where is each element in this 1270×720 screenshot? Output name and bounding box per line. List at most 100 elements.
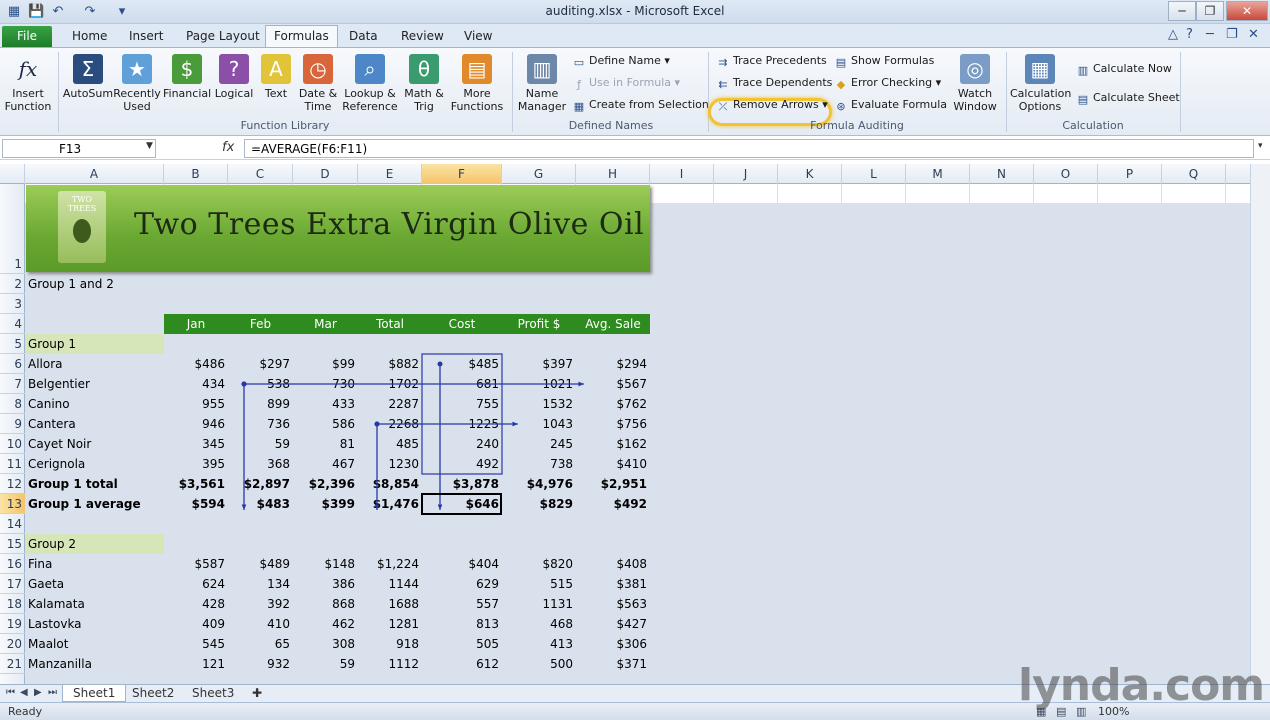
row-header-9[interactable]: 9 bbox=[0, 414, 25, 434]
evaluate-formula-button[interactable]: ⊛ Evaluate Formula bbox=[834, 98, 947, 113]
row-header-4[interactable]: 4 bbox=[0, 314, 25, 334]
formula-input[interactable]: =AVERAGE(F6:F11) bbox=[244, 139, 1254, 158]
evaluate-formula-label: Evaluate Formula bbox=[851, 98, 948, 111]
column-header-p[interactable]: P bbox=[1098, 164, 1162, 184]
tab-home[interactable]: Home bbox=[72, 29, 107, 43]
row-header-16[interactable]: 16 bbox=[0, 554, 25, 574]
name-manager-button[interactable]: ▥ Name Manager bbox=[516, 54, 568, 113]
first-sheet-icon[interactable]: ⏮ bbox=[6, 687, 15, 698]
column-header-l[interactable]: L bbox=[842, 164, 906, 184]
close-button[interactable]: ✕ bbox=[1226, 1, 1268, 21]
library-button-6[interactable]: ⌕ Lookup & Reference bbox=[342, 54, 398, 113]
column-header-k[interactable]: K bbox=[778, 164, 842, 184]
column-header-n[interactable]: N bbox=[970, 164, 1034, 184]
trace-precedents-button[interactable]: ⇉ Trace Precedents bbox=[716, 54, 826, 69]
tab-page-layout[interactable]: Page Layout bbox=[186, 29, 260, 43]
workbook-close-icon[interactable]: ✕ bbox=[1248, 27, 1259, 42]
remove-arrows-button[interactable]: ⤫ Remove Arrows ▾ bbox=[716, 98, 828, 113]
sheet-tab-sheet3[interactable]: Sheet3 bbox=[182, 685, 244, 701]
show-formulas-button[interactable]: ▤ Show Formulas bbox=[834, 54, 935, 69]
worksheet-grid[interactable]: TWO TREES Two Trees Extra Virgin Olive O… bbox=[25, 184, 1250, 684]
calculate-now-button[interactable]: ▥ Calculate Now bbox=[1076, 62, 1172, 77]
column-header-i[interactable]: I bbox=[650, 164, 714, 184]
row-header-20[interactable]: 20 bbox=[0, 634, 25, 654]
row-header-2[interactable]: 2 bbox=[0, 274, 25, 294]
calculate-sheet-button[interactable]: ▤ Calculate Sheet bbox=[1076, 91, 1180, 106]
trace-dependents-button[interactable]: ⇇ Trace Dependents bbox=[716, 76, 832, 91]
column-header-a[interactable]: A bbox=[25, 164, 164, 184]
restore-button[interactable]: ❐ bbox=[1196, 1, 1224, 21]
row-header-8[interactable]: 8 bbox=[0, 394, 25, 414]
row-header-5[interactable]: 5 bbox=[0, 334, 25, 354]
library-button-0[interactable]: Σ AutoSum bbox=[62, 54, 114, 100]
last-sheet-icon[interactable]: ⏭ bbox=[48, 687, 57, 698]
row-header-15[interactable]: 15 bbox=[0, 534, 25, 554]
column-header-o[interactable]: O bbox=[1034, 164, 1098, 184]
library-button-8[interactable]: ▤ More Functions bbox=[450, 54, 504, 113]
row-header-13[interactable]: 13 bbox=[0, 494, 25, 514]
minimize-ribbon-icon[interactable]: △ bbox=[1168, 27, 1178, 42]
watch-window-button[interactable]: ◎ Watch Window bbox=[950, 54, 1000, 113]
tab-view[interactable]: View bbox=[464, 29, 492, 43]
name-box-dropdown-icon[interactable]: ▼ bbox=[146, 141, 153, 151]
insert-function-fx-icon[interactable]: fx bbox=[222, 140, 234, 155]
row-header-6[interactable]: 6 bbox=[0, 354, 25, 374]
prev-sheet-icon[interactable]: ◀ bbox=[20, 687, 28, 698]
workbook-minimize-icon[interactable]: ─ bbox=[1206, 27, 1214, 42]
minimize-button[interactable]: ─ bbox=[1168, 1, 1196, 21]
library-button-5[interactable]: ◷ Date & Time bbox=[298, 54, 338, 113]
library-button-7[interactable]: θ Math & Trig bbox=[402, 54, 446, 113]
row-header-7[interactable]: 7 bbox=[0, 374, 25, 394]
insert-sheet-icon[interactable]: ✚ bbox=[242, 685, 272, 701]
row-header-1[interactable]: 1 bbox=[0, 184, 25, 274]
row-header-3[interactable]: 3 bbox=[0, 294, 25, 314]
column-header-j[interactable]: J bbox=[714, 164, 778, 184]
active-cell-f13[interactable] bbox=[421, 493, 502, 515]
error-checking-button[interactable]: ◆ Error Checking ▾ bbox=[834, 76, 941, 91]
row-header-18[interactable]: 18 bbox=[0, 594, 25, 614]
row-header-17[interactable]: 17 bbox=[0, 574, 25, 594]
define-name-button[interactable]: ▭ Define Name ▾ bbox=[572, 54, 670, 69]
row-header-21[interactable]: 21 bbox=[0, 654, 25, 674]
column-header-m[interactable]: M bbox=[906, 164, 970, 184]
column-header-e[interactable]: E bbox=[358, 164, 422, 184]
tab-review[interactable]: Review bbox=[401, 29, 444, 43]
tab-insert[interactable]: Insert bbox=[129, 29, 163, 43]
calculate-sheet-label: Calculate Sheet bbox=[1093, 91, 1180, 104]
row-header-10[interactable]: 10 bbox=[0, 434, 25, 454]
calculation-options-button[interactable]: ▦ Calculation Options bbox=[1010, 54, 1071, 113]
help-icon[interactable]: ? bbox=[1186, 27, 1193, 42]
row-header-11[interactable]: 11 bbox=[0, 454, 25, 474]
column-header-g[interactable]: G bbox=[502, 164, 576, 184]
use-in-formula-button[interactable]: ƒ Use in Formula ▾ bbox=[572, 76, 680, 91]
column-header-b[interactable]: B bbox=[164, 164, 228, 184]
tab-file[interactable]: File bbox=[2, 26, 52, 47]
name-box[interactable]: F13 bbox=[2, 139, 156, 158]
row-header-19[interactable]: 19 bbox=[0, 614, 25, 634]
select-all-corner[interactable] bbox=[0, 164, 25, 184]
workbook-restore-icon[interactable]: ❐ bbox=[1226, 27, 1238, 42]
library-button-2[interactable]: $ Financial bbox=[163, 54, 211, 100]
library-button-4[interactable]: A Text bbox=[258, 54, 294, 100]
expand-formula-bar-icon[interactable]: ▾ bbox=[1258, 141, 1263, 151]
row-header-14[interactable]: 14 bbox=[0, 514, 25, 534]
group-separator bbox=[1006, 52, 1007, 132]
library-label-6: Lookup & Reference bbox=[342, 87, 398, 113]
sheet-tab-sheet2[interactable]: Sheet2 bbox=[122, 685, 184, 701]
library-button-1[interactable]: ★ Recently Used bbox=[113, 54, 161, 113]
tab-formulas[interactable]: Formulas bbox=[265, 25, 338, 47]
insert-function-button[interactable]: fx Insert Function bbox=[4, 54, 52, 113]
vertical-scrollbar[interactable] bbox=[1250, 164, 1270, 684]
library-label-8: More Functions bbox=[450, 87, 504, 113]
create-from-selection-button[interactable]: ▦ Create from Selection bbox=[572, 98, 709, 113]
tab-data[interactable]: Data bbox=[349, 29, 378, 43]
row-header-12[interactable]: 12 bbox=[0, 474, 25, 494]
column-header-h[interactable]: H bbox=[576, 164, 650, 184]
column-header-c[interactable]: C bbox=[228, 164, 293, 184]
sheet-tab-sheet1[interactable]: Sheet1 bbox=[62, 685, 127, 702]
column-header-f[interactable]: F bbox=[422, 164, 502, 184]
library-button-3[interactable]: ? Logical bbox=[212, 54, 256, 100]
column-header-d[interactable]: D bbox=[293, 164, 358, 184]
column-header-q[interactable]: Q bbox=[1162, 164, 1226, 184]
next-sheet-icon[interactable]: ▶ bbox=[34, 687, 42, 698]
